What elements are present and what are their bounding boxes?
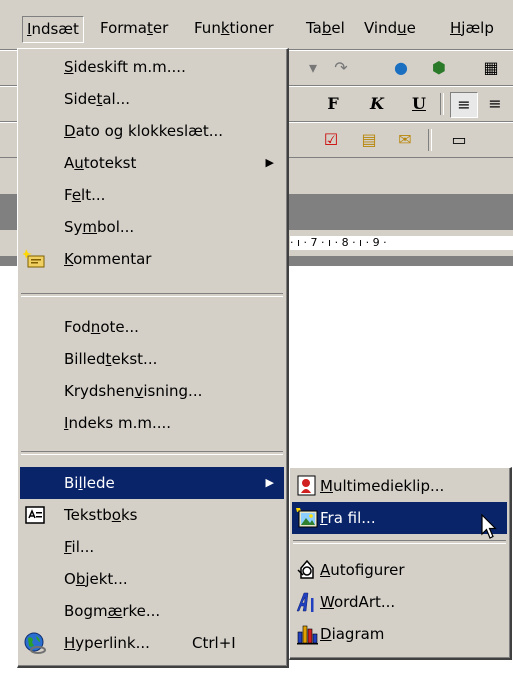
menu-item-label: Indeks m.m.... [64,414,172,432]
menu-item-symbol[interactable]: Symbol... [20,211,284,243]
menu-item-chart[interactable]: Diagram [292,618,507,650]
menu-item-from-file[interactable]: Fra fil... [292,502,507,534]
text-box-tool-icon[interactable]: ▭ [446,128,472,152]
menu-item-field[interactable]: Felt... [20,179,284,211]
clip-art-icon [297,475,316,496]
web-icon[interactable]: ● [388,56,414,80]
menu-item-cross-reference[interactable]: Krydshenvisning... [20,375,284,407]
insert-menu: Sideskift m.m.... Sidetal... Dato og klo… [17,48,289,668]
menu-item-hyperlink[interactable]: Hyperlink... Ctrl+I [20,627,284,659]
menu-separator [21,293,283,297]
menu-item-label: Fodnote... [64,318,139,336]
chart-icon [297,625,318,645]
align-center-icon[interactable]: ≡ [482,92,508,116]
hyperlink-globe-icon [24,632,46,654]
comment-icon [23,249,45,268]
menu-item-label: Billedtekst... [64,350,158,368]
picture-submenu: Multimedieklip... Fra fil... Autofigurer… [289,467,512,660]
underline-button[interactable]: U [406,92,432,116]
menu-help[interactable]: Hjælp [446,16,498,41]
menu-item-page-numbers[interactable]: Sidetal... [20,83,284,115]
menu-item-date-time[interactable]: Dato og klokkeslæt... [20,115,284,147]
menu-window[interactable]: Vindue [360,16,420,41]
italic-button[interactable]: K [364,92,390,116]
menu-item-label: Symbol... [64,218,135,236]
menu-bar: Indsæt Formater Funktioner Tabel Vindue … [0,0,513,50]
menu-item-label: Krydshenvisning... [64,382,203,400]
ruler-scale: · ı · 7 · ı · 8 · ı · 9 · [290,236,513,250]
submenu-arrow-icon: ▶ [265,476,274,489]
bold-button[interactable]: F [320,92,346,116]
menu-item-label: Tekstboks [64,506,138,524]
menu-functions[interactable]: Funktioner [190,16,278,41]
menu-item-clip-art[interactable]: Multimedieklip... [292,470,507,502]
wordart-icon [296,592,314,612]
menu-item-label: Autofigurer [320,561,405,579]
hyperlink-icon[interactable]: ⬢ [426,56,452,80]
menu-item-label: WordArt... [320,593,396,611]
submenu-arrow-icon: ▶ [265,156,274,169]
menu-item-label: Diagram [320,625,385,643]
toolbar-separator [428,129,432,151]
menu-item-wordart[interactable]: WordArt... [292,586,507,618]
autoshapes-icon [297,559,314,579]
redo-icon[interactable]: ↷ [328,56,354,80]
text-box-icon [25,506,45,524]
menu-item-bookmark[interactable]: Bogmærke... [20,595,284,627]
align-left-icon[interactable]: ≡ [450,92,478,118]
menu-item-caption[interactable]: Billedtekst... [20,343,284,375]
menu-item-index[interactable]: Indeks m.m.... [20,407,284,439]
menu-item-label: Multimedieklip... [320,477,445,495]
checkbox-icon[interactable]: ☑ [318,128,344,152]
tables-icon[interactable]: ▦ [478,56,504,80]
menu-separator [21,451,283,455]
menu-item-label: Objekt... [64,570,128,588]
menu-item-label: Fra fil... [320,509,376,527]
menu-item-footnote[interactable]: Fodnote... [20,311,284,343]
menu-item-label: Kommentar [64,250,152,268]
menu-item-text-box[interactable]: Tekstboks [20,499,284,531]
menu-item-page-break[interactable]: Sideskift m.m.... [20,51,284,83]
menu-item-autotext[interactable]: Autotekst ▶ [20,147,284,179]
menu-separator [293,540,506,544]
menu-item-label: Autotekst [64,154,137,172]
mouse-cursor-icon [481,514,497,539]
menu-format[interactable]: Formater [96,16,172,41]
menu-item-file[interactable]: Fil... [20,531,284,563]
menu-insert[interactable]: Indsæt [22,16,84,43]
form-field-icon[interactable]: ▤ [356,128,382,152]
envelope-icon[interactable]: ✉ [392,128,418,152]
picture-from-file-icon [296,508,318,528]
menu-item-label: Hyperlink... [64,634,150,652]
menu-item-label: Bogmærke... [64,602,161,620]
undo-icon[interactable]: ▾ [300,56,326,80]
menu-item-label: Fil... [64,538,95,556]
menu-item-label: Billede [64,474,115,492]
menu-item-picture[interactable]: Billede ▶ [20,467,284,499]
toolbar-separator [440,93,444,115]
menu-item-autoshapes[interactable]: Autofigurer [292,554,507,586]
menu-item-label: Dato og klokkeslæt... [64,122,224,140]
menu-item-shortcut: Ctrl+I [192,634,236,652]
menu-item-label: Sidetal... [64,90,131,108]
menu-table[interactable]: Tabel [302,16,349,41]
menu-item-label: Felt... [64,186,106,204]
menu-item-comment[interactable]: Kommentar [20,243,284,275]
menu-item-object[interactable]: Objekt... [20,563,284,595]
menu-item-label: Sideskift m.m.... [64,58,186,76]
